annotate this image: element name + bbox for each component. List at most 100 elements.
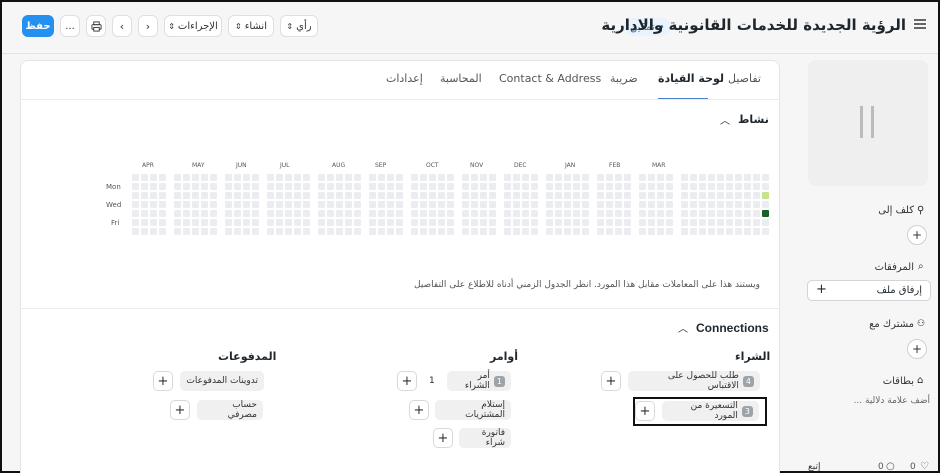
previous-button[interactable]: ‹ bbox=[112, 15, 132, 37]
activity-cell bbox=[606, 174, 613, 181]
rfq-link[interactable]: 4 طلب للحصول على الاقتباس bbox=[628, 371, 760, 391]
purchase-order-link[interactable]: 1 أمر الشراء bbox=[447, 371, 511, 391]
activity-cell bbox=[513, 192, 520, 199]
add-rfq-button[interactable]: + bbox=[601, 371, 621, 391]
tab-tax[interactable]: ضريبة bbox=[610, 72, 638, 85]
tab-contact-address[interactable]: Contact & Address bbox=[499, 72, 601, 85]
attachments-label: المرفقات bbox=[874, 262, 914, 273]
add-bank-account-button[interactable]: + bbox=[170, 400, 190, 420]
add-supplier-quotation-button[interactable]: + bbox=[635, 401, 655, 421]
activity-cell bbox=[336, 174, 343, 181]
activity-cell bbox=[210, 183, 217, 190]
activity-cell bbox=[141, 174, 148, 181]
heart-icon[interactable]: ♡ bbox=[920, 461, 929, 472]
add-purchase-receipt-button[interactable]: + bbox=[409, 400, 429, 420]
activity-cell bbox=[192, 192, 199, 199]
activity-cell bbox=[267, 201, 274, 208]
activity-cell bbox=[411, 219, 418, 226]
activity-divider bbox=[21, 308, 779, 309]
actions-dropdown[interactable]: ⇕ الإجراءات bbox=[164, 15, 222, 37]
activity-cell bbox=[327, 228, 334, 235]
activity-cell bbox=[378, 210, 385, 217]
activity-cell bbox=[582, 183, 589, 190]
tag-icon: ⌂ bbox=[917, 375, 924, 386]
tab-dashboard[interactable]: لوحة القيادة bbox=[658, 72, 724, 85]
tab-details[interactable]: تفاصيل bbox=[728, 72, 761, 85]
activity-cell bbox=[132, 174, 139, 181]
follow-link[interactable]: إتبع bbox=[808, 462, 821, 472]
activity-cell bbox=[294, 210, 301, 217]
activity-cell bbox=[573, 210, 580, 217]
activity-cell bbox=[396, 174, 403, 181]
assign-button[interactable]: + bbox=[907, 225, 927, 245]
activity-cell bbox=[303, 192, 310, 199]
supplier-quotation-link[interactable]: 3 التسعيرة من المورد bbox=[662, 401, 759, 421]
activity-cell bbox=[753, 174, 760, 181]
activity-cell bbox=[132, 201, 139, 208]
activity-cell bbox=[345, 228, 352, 235]
activity-cell bbox=[471, 210, 478, 217]
activity-cell bbox=[624, 219, 631, 226]
activity-cell bbox=[396, 228, 403, 235]
purchase-receipt-link[interactable]: إستلام المشتريات bbox=[435, 400, 511, 420]
activity-cell bbox=[447, 210, 454, 217]
activity-cell bbox=[504, 174, 511, 181]
activity-note: ويستند هذا على المعاملات مقابل هذا المور… bbox=[414, 280, 760, 290]
activity-cell bbox=[378, 228, 385, 235]
activity-cell bbox=[294, 192, 301, 199]
activity-cell bbox=[438, 174, 445, 181]
next-button[interactable]: › bbox=[138, 15, 158, 37]
activity-cell bbox=[564, 210, 571, 217]
activity-cell bbox=[657, 210, 664, 217]
day-label: Mon bbox=[106, 183, 121, 191]
share-button[interactable]: + bbox=[907, 339, 927, 359]
chevron-up-icon[interactable]: ︿ bbox=[678, 320, 688, 335]
payment-entries-link[interactable]: تدوينات المدفوعات bbox=[180, 371, 264, 391]
activity-title: نشاط bbox=[738, 113, 769, 126]
activity-cell bbox=[717, 228, 724, 235]
payment-entries-label: تدوينات المدفوعات bbox=[186, 376, 258, 386]
activity-cell bbox=[132, 228, 139, 235]
activity-cell bbox=[159, 174, 166, 181]
people-icon: ⚇ bbox=[917, 319, 926, 329]
purchase-invoice-link[interactable]: فاتورة شراء bbox=[459, 428, 511, 448]
add-purchase-invoice-button[interactable]: + bbox=[433, 428, 453, 448]
user-icon: ⚲ bbox=[917, 205, 925, 216]
activity-cell bbox=[615, 219, 622, 226]
activity-cell bbox=[183, 174, 190, 181]
activity-cell bbox=[447, 219, 454, 226]
activity-cell bbox=[336, 210, 343, 217]
activity-cell bbox=[489, 192, 496, 199]
activity-cell bbox=[354, 210, 361, 217]
activity-cell bbox=[606, 228, 613, 235]
view-dropdown[interactable]: ⇕ رأي bbox=[280, 15, 318, 37]
chevron-up-icon[interactable]: ︿ bbox=[720, 112, 730, 127]
create-dropdown[interactable]: ⇕ انشاء bbox=[228, 15, 274, 37]
activity-cell bbox=[681, 192, 688, 199]
add-purchase-order-button[interactable]: + bbox=[397, 371, 417, 391]
image-placeholder[interactable] bbox=[808, 60, 928, 186]
activity-cell bbox=[174, 210, 181, 217]
activity-cell bbox=[753, 192, 760, 199]
activity-cell bbox=[471, 219, 478, 226]
add-tag-input[interactable]: أضف علامة دلالية ... bbox=[822, 396, 930, 406]
tab-settings[interactable]: إعدادات bbox=[386, 72, 423, 85]
attach-file-button[interactable]: إرفاق ملف + bbox=[807, 280, 931, 301]
count-badge: 4 bbox=[742, 375, 754, 387]
bank-account-link[interactable]: حساب مصرفي bbox=[197, 400, 263, 420]
bank-account-label: حساب مصرفي bbox=[227, 400, 257, 420]
activity-cell bbox=[606, 192, 613, 199]
activity-cell bbox=[369, 228, 376, 235]
activity-cell bbox=[234, 192, 241, 199]
activity-cell bbox=[243, 183, 250, 190]
activity-cell bbox=[387, 192, 394, 199]
print-button[interactable] bbox=[86, 15, 106, 37]
tab-accounting[interactable]: المحاسبة bbox=[440, 72, 482, 85]
activity-cell bbox=[396, 219, 403, 226]
activity-cell bbox=[276, 201, 283, 208]
sidebar-toggle-icon[interactable] bbox=[914, 19, 926, 29]
activity-cell bbox=[354, 228, 361, 235]
add-payment-entry-button[interactable]: + bbox=[153, 371, 173, 391]
more-button[interactable]: ... bbox=[60, 15, 80, 37]
save-button[interactable]: حفظ bbox=[22, 15, 54, 37]
